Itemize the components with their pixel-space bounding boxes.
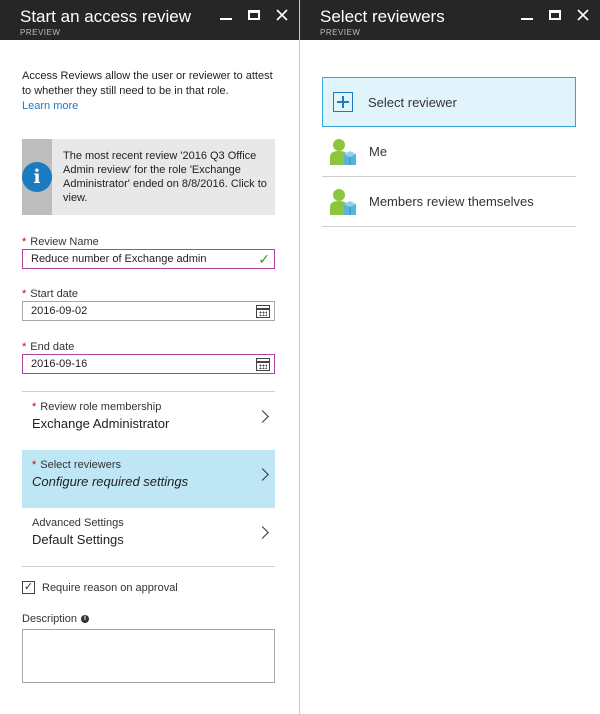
required-asterisk: * xyxy=(22,341,27,353)
end-date-label-text: End date xyxy=(30,341,75,353)
review-name-label-text: Review Name xyxy=(30,236,99,248)
calendar-icon[interactable] xyxy=(256,357,270,371)
close-icon[interactable] xyxy=(576,8,590,22)
intro-description: Access Reviews allow the user or reviewe… xyxy=(22,70,273,97)
info-icon: i xyxy=(22,162,52,192)
advanced-settings-item[interactable]: Advanced Settings Default Settings xyxy=(22,508,275,566)
advanced-settings-label: Advanced Settings xyxy=(32,517,124,529)
minimize-icon[interactable] xyxy=(520,8,534,22)
user-icon xyxy=(330,138,356,165)
option-label: Me xyxy=(369,144,388,159)
review-name-value: Reduce number of Exchange admin xyxy=(31,253,207,265)
users-icon xyxy=(330,188,356,215)
intro-text: Access Reviews allow the user or reviewe… xyxy=(22,69,275,114)
blade-header: Select reviewers PREVIEW xyxy=(300,0,600,40)
info-box-text: The most recent review '2016 Q3 Office A… xyxy=(63,150,267,204)
description-textarea[interactable] xyxy=(22,629,275,683)
required-asterisk: * xyxy=(22,236,27,248)
select-reviewer-option[interactable]: Select reviewer xyxy=(322,77,576,127)
window-controls xyxy=(219,8,289,22)
plus-icon xyxy=(333,92,353,112)
end-date-input[interactable]: 2016-09-16 xyxy=(22,354,275,374)
maximize-icon[interactable] xyxy=(247,8,261,22)
start-date-label-text: Start date xyxy=(30,288,78,300)
required-asterisk: * xyxy=(22,288,27,300)
review-role-label: * Review role membership xyxy=(32,401,275,413)
end-date-value: 2016-09-16 xyxy=(31,358,88,370)
require-reason-row: ✓ Require reason on approval xyxy=(22,581,275,594)
recent-review-info-box[interactable]: i The most recent review '2016 Q3 Office… xyxy=(22,139,275,215)
select-reviewers-blade: Select reviewers PREVIEW Select reviewer… xyxy=(300,0,600,714)
option-label: Select reviewer xyxy=(368,94,457,110)
review-role-value: Exchange Administrator xyxy=(32,416,170,431)
info-box-icon-area: i xyxy=(22,139,52,215)
calendar-icon[interactable] xyxy=(256,304,270,318)
required-asterisk: * xyxy=(32,459,37,471)
reviewer-list: Select reviewer Me Members review themse… xyxy=(300,77,600,227)
start-access-review-blade: Start an access review PREVIEW Access Re… xyxy=(0,0,300,714)
info-icon[interactable]: i xyxy=(81,615,90,623)
description-label: Description i xyxy=(22,613,275,625)
review-role-membership-item[interactable]: * Review role membership Exchange Adminis… xyxy=(22,392,275,450)
start-date-input[interactable]: 2016-09-02 xyxy=(22,301,275,321)
minimize-icon[interactable] xyxy=(219,8,233,22)
blade-subtitle: PREVIEW xyxy=(20,28,61,37)
blade-content: Access Reviews allow the user or reviewe… xyxy=(0,69,299,683)
checkmark-icon: ✓ xyxy=(258,251,270,267)
members-review-themselves-option[interactable]: Members review themselves xyxy=(322,177,576,227)
blade-header: Start an access review PREVIEW xyxy=(0,0,299,40)
end-date-label: * End date xyxy=(22,341,275,353)
me-option[interactable]: Me xyxy=(322,127,576,177)
description-label-text: Description xyxy=(22,613,78,625)
maximize-icon[interactable] xyxy=(548,8,562,22)
option-label: Members review themselves xyxy=(369,194,534,209)
close-icon[interactable] xyxy=(275,8,289,22)
review-name-input[interactable]: Reduce number of Exchange admin ✓ xyxy=(22,249,275,269)
review-name-label: * Review Name xyxy=(22,236,275,248)
required-asterisk: * xyxy=(32,401,37,413)
divider xyxy=(22,566,275,567)
select-reviewers-label: * Select reviewers xyxy=(32,459,275,471)
start-date-value: 2016-09-02 xyxy=(31,305,88,317)
require-reason-checkbox[interactable]: ✓ xyxy=(22,581,35,594)
review-role-label-text: Review role membership xyxy=(40,401,162,413)
window-controls xyxy=(520,8,590,22)
start-date-label: * Start date xyxy=(22,288,275,300)
select-reviewers-label-text: Select reviewers xyxy=(40,459,121,471)
advanced-settings-value: Default Settings xyxy=(32,532,124,547)
require-reason-label: Require reason on approval xyxy=(42,581,178,594)
blade-subtitle: PREVIEW xyxy=(320,28,361,37)
select-reviewers-value: Configure required settings xyxy=(32,474,189,489)
select-reviewers-item[interactable]: * Select reviewers Configure required set… xyxy=(22,450,275,508)
learn-more-link[interactable]: Learn more xyxy=(22,99,275,114)
